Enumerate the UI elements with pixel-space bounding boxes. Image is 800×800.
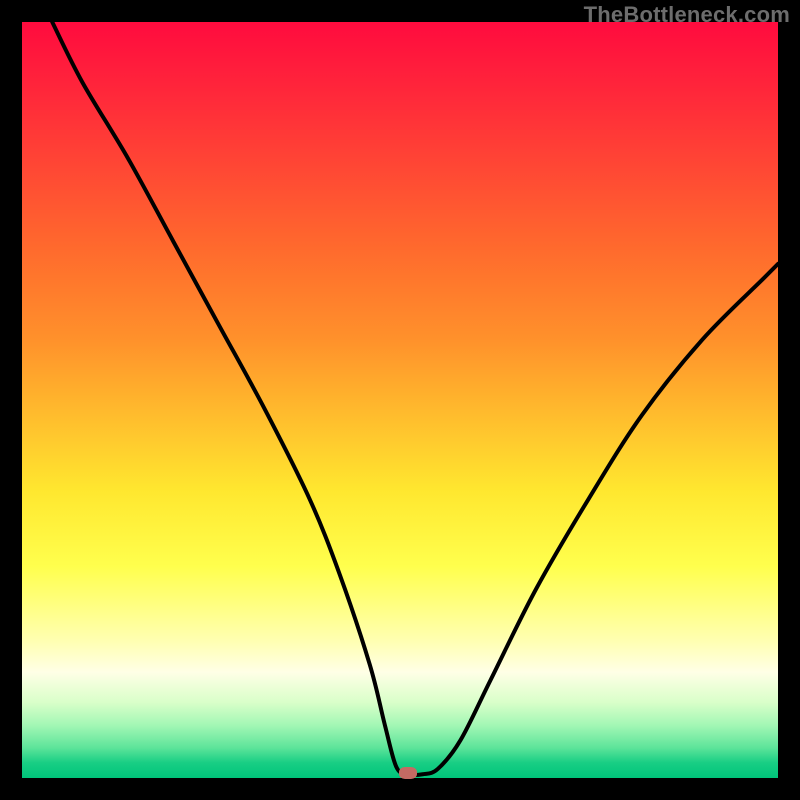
bottleneck-curve [22,22,778,778]
chart-frame: TheBottleneck.com [0,0,800,800]
minimum-marker [399,767,417,779]
plot-area [22,22,778,778]
